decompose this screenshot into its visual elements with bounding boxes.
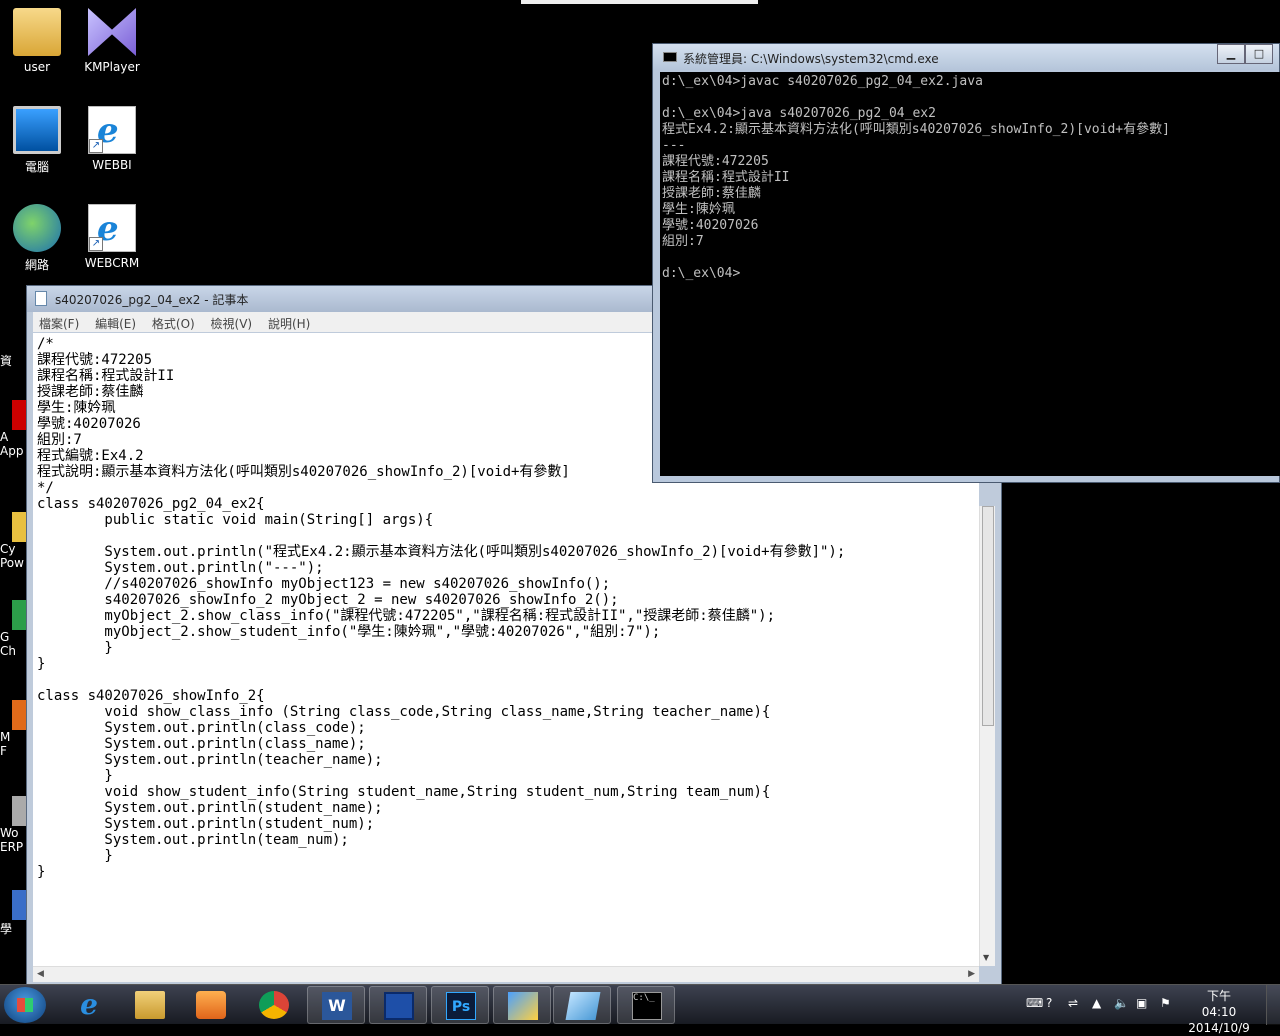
desktop-icon-webbi[interactable]: e ↗ WEBBI — [77, 106, 147, 172]
clock-date: 2014/10/9 — [1188, 1021, 1250, 1035]
desktop-icon-kmplayer[interactable]: KMPlayer — [77, 8, 147, 74]
floppy-disk-icon — [384, 992, 414, 1020]
desktop-icon-webcrm[interactable]: e ↗ WEBCRM — [77, 204, 147, 270]
tray-expand-icon[interactable]: ▲ — [1092, 996, 1101, 1010]
volume-icon[interactable]: 🔈 — [1114, 996, 1129, 1010]
taskbar: e W Ps C:\_ ⌨ ? ⇌ ▲ 🔈 ▣ ⚑ 下午 04:10 2014/… — [0, 984, 1280, 1035]
word-icon: W — [322, 992, 352, 1020]
cmd-title: 系統管理員: C:\Windows\system32\cmd.exe — [683, 52, 939, 66]
desktop: user KMPlayer 電腦 e ↗ WEBBI 網路 e ↗ WEBCRM 資… — [0, 0, 1280, 985]
desktop-icon-label: Wo ERP — [0, 826, 24, 854]
usb-icon[interactable]: ⇌ — [1068, 996, 1078, 1010]
desktop-icon-label: 網路 — [24, 258, 49, 272]
desktop-icon-label: Cy Pow — [0, 542, 24, 570]
notepad-icon — [35, 291, 47, 306]
system-tray: ⌨ ? ⇌ ▲ 🔈 ▣ ⚑ — [1020, 985, 1185, 1025]
cmd-output: d:\_ex\04>javac s40207026_pg2_04_ex2.jav… — [662, 74, 1170, 281]
internet-explorer-icon: e ↗ — [88, 106, 136, 154]
internet-explorer-icon: e ↗ — [88, 204, 136, 252]
show-desktop-button[interactable] — [1266, 985, 1280, 1025]
desktop-icon-network[interactable]: 網路 — [2, 204, 72, 273]
taskbar-notepad[interactable] — [553, 986, 611, 1024]
desktop-icon-label: G Ch — [0, 630, 16, 658]
top-window-edge — [521, 0, 758, 4]
minimize-button[interactable]: ▁ — [1217, 44, 1245, 64]
desktop-icon-user[interactable]: user — [2, 8, 72, 74]
shortcut-arrow-icon: ↗ — [89, 139, 103, 153]
desktop-icon-label: WEBBI — [92, 158, 132, 172]
scrollbar-thumb[interactable] — [982, 506, 994, 726]
maximize-button[interactable]: □ — [1245, 44, 1273, 64]
desktop-icon-label: 資 — [0, 354, 13, 368]
taskbar-word[interactable]: W — [307, 986, 365, 1024]
desktop-icon-label: 電腦 — [24, 160, 49, 174]
scroll-right-arrow-icon[interactable]: ▶ — [968, 969, 975, 979]
taskbar-clock[interactable]: 下午 04:10 2014/10/9 — [1188, 988, 1250, 1036]
notepad-title: s40207026_pg2_04_ex2 - 記事本 — [55, 293, 249, 307]
clock-time: 下午 04:10 — [1201, 989, 1237, 1019]
cmd-title-bar[interactable]: 系統管理員: C:\Windows\system32\cmd.exe ▁ □ — [653, 44, 1279, 70]
menu-file[interactable]: 檔案(F) — [33, 312, 85, 332]
desktop-icon-label: 學 — [0, 922, 13, 936]
help-icon[interactable]: ? — [1046, 996, 1052, 1010]
notepad-icon — [565, 992, 601, 1020]
taskbar-cmd[interactable]: C:\_ — [617, 986, 675, 1024]
network-status-icon[interactable]: ▣ — [1136, 996, 1147, 1010]
cmd-window[interactable]: 系統管理員: C:\Windows\system32\cmd.exe ▁ □ d… — [652, 43, 1280, 483]
media-player-icon — [196, 991, 226, 1019]
taskbar-save-app[interactable] — [369, 986, 427, 1024]
desktop-icon-computer[interactable]: 電腦 — [2, 106, 72, 175]
chrome-icon — [259, 991, 289, 1019]
kmplayer-icon — [88, 8, 136, 56]
taskbar-media-player[interactable] — [182, 986, 240, 1024]
desktop-icon-label: WEBCRM — [84, 256, 140, 270]
desktop-icon-label: KMPlayer — [84, 60, 140, 74]
network-icon — [13, 204, 61, 252]
taskbar-photoshop[interactable]: Ps — [431, 986, 489, 1024]
desktop-icon-label: user — [23, 60, 51, 74]
desktop-icon-label: M F — [0, 730, 11, 758]
cmd-console[interactable]: d:\_ex\04>javac s40207026_pg2_04_ex2.jav… — [660, 72, 1280, 476]
action-center-flag-icon[interactable]: ⚑ — [1160, 996, 1171, 1010]
internet-explorer-icon: e — [80, 988, 98, 1021]
cmd-icon — [663, 52, 677, 62]
taskbar-paint[interactable] — [493, 986, 551, 1024]
keyboard-icon[interactable]: ⌨ — [1026, 996, 1043, 1010]
shortcut-arrow-icon: ↗ — [89, 237, 103, 251]
menu-view[interactable]: 檢視(V) — [205, 312, 259, 332]
taskbar-internet-explorer[interactable]: e — [60, 986, 118, 1024]
windows-logo-icon — [17, 998, 33, 1012]
user-folder-icon — [13, 8, 61, 56]
menu-format[interactable]: 格式(O) — [146, 312, 201, 332]
cmd-icon: C:\_ — [632, 992, 662, 1020]
paint-icon — [508, 992, 538, 1020]
notepad-horizontal-scrollbar[interactable]: ◀ ▶ — [33, 966, 979, 982]
desktop-icon-label: A App — [0, 430, 24, 458]
taskbar-file-explorer[interactable] — [121, 986, 179, 1024]
notepad-menu-bar: 檔案(F) 編輯(E) 格式(O) 檢視(V) 說明(H) — [33, 312, 653, 332]
folder-icon — [135, 991, 165, 1019]
photoshop-icon: Ps — [446, 992, 476, 1020]
scroll-down-arrow-icon[interactable]: ▼ — [983, 953, 989, 962]
menu-edit[interactable]: 編輯(E) — [89, 312, 142, 332]
menu-help[interactable]: 說明(H) — [262, 312, 316, 332]
computer-icon — [13, 106, 61, 154]
taskbar-chrome[interactable] — [245, 986, 303, 1024]
scroll-left-arrow-icon[interactable]: ◀ — [37, 969, 44, 979]
start-button[interactable] — [4, 987, 46, 1023]
notepad-vertical-scrollbar[interactable]: ▼ — [979, 506, 995, 966]
